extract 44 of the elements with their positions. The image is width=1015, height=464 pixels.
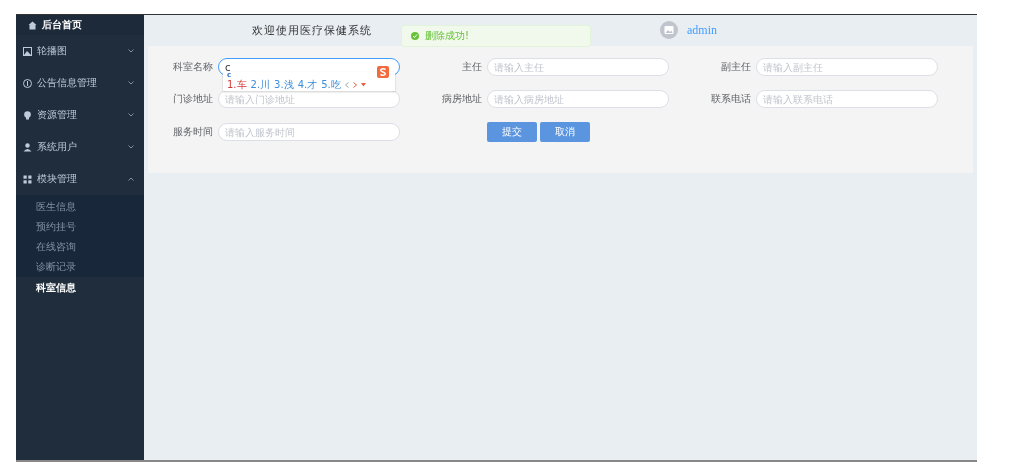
ime-candidate[interactable]: 3.浅 [274, 79, 294, 90]
ime-candidate[interactable]: 5.吃 [321, 79, 341, 90]
menu-item[interactable]: 轮播图 [16, 35, 144, 67]
home-icon [28, 20, 37, 30]
ime-candidate[interactable]: 2.川 [250, 79, 271, 90]
menu-item[interactable]: 模块管理 [16, 163, 144, 195]
field-label: 病房地址 [441, 92, 482, 106]
ime-candidate[interactable]: 1.车 [227, 79, 247, 90]
bulb-icon [23, 110, 32, 120]
submenu-item[interactable]: 在线咨询 [16, 237, 144, 257]
image-icon [23, 46, 32, 56]
check-circle-icon [411, 32, 419, 40]
toast-message: 删除成功! [425, 29, 469, 43]
menu-label: 资源管理 [37, 108, 78, 122]
menu-label: 轮播图 [37, 44, 68, 58]
menu-item[interactable]: 资源管理 [16, 99, 144, 131]
menu-label: 系统用户 [37, 140, 78, 154]
submenu-item[interactable]: 科室信息 [16, 277, 144, 299]
submenu-item[interactable]: 诊断记录 [16, 257, 144, 277]
field-label: 联系电话 [710, 92, 751, 106]
menu-label: 模块管理 [37, 172, 78, 186]
user-icon [23, 142, 32, 152]
ime-candidate[interactable]: 4.才 [297, 79, 318, 90]
menu-label: 公告信息管理 [37, 76, 98, 90]
submenu-item[interactable]: 医生信息 [16, 197, 144, 217]
form-button[interactable]: 取消 [540, 122, 590, 142]
form-button[interactable]: 提交 [487, 122, 537, 142]
avatar-icon [660, 21, 678, 39]
field-label: 门诊地址 [172, 92, 213, 106]
submenu-item[interactable]: 预约挂号 [16, 217, 144, 237]
dropdown-icon [360, 82, 366, 87]
menu-label: 后台首页 [42, 18, 83, 32]
page-title: 欢迎使用医疗保健系统 [252, 22, 372, 38]
info-icon [23, 78, 32, 88]
field-label: 科室名称 [172, 60, 213, 74]
field-label: 主任 [461, 60, 482, 74]
menu-item[interactable]: 公告信息管理 [16, 67, 144, 99]
field-label: 服务时间 [172, 125, 213, 139]
username: admin [687, 22, 717, 38]
chevron-left-icon [344, 81, 349, 88]
menu-item[interactable]: 系统用户 [16, 131, 144, 163]
grid-icon [23, 174, 32, 184]
chevron-right-icon [352, 81, 357, 88]
field-label: 副主任 [720, 60, 751, 74]
